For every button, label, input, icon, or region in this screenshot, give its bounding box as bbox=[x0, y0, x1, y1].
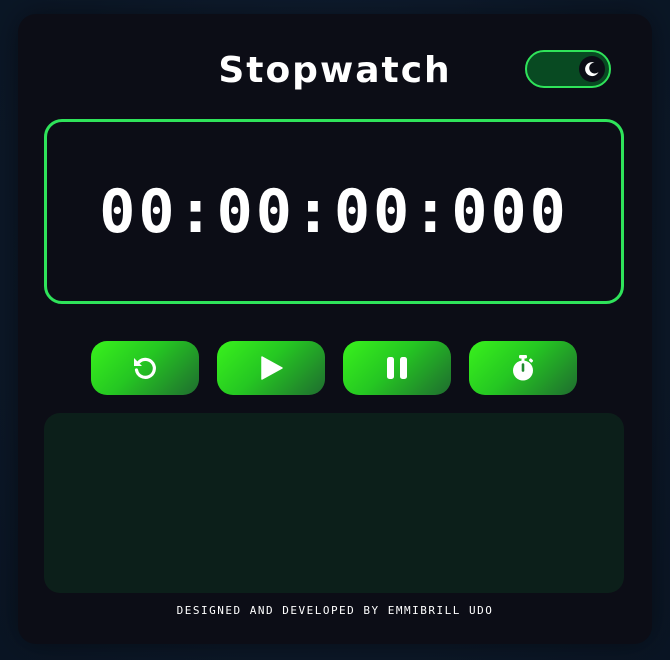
reset-button[interactable] bbox=[91, 341, 199, 395]
theme-toggle[interactable] bbox=[525, 50, 611, 88]
stopwatch-icon bbox=[513, 355, 534, 381]
pause-icon bbox=[387, 357, 407, 379]
reset-icon bbox=[134, 357, 156, 379]
moon-icon bbox=[585, 62, 599, 77]
play-icon bbox=[261, 356, 283, 380]
time-readout: 00:00:00:000 bbox=[99, 177, 569, 247]
footer-credit: DESIGNED AND DEVELOPED BY EMMIBRILL UDO bbox=[176, 604, 494, 617]
lap-button[interactable] bbox=[469, 341, 577, 395]
laps-panel bbox=[44, 413, 624, 593]
start-button[interactable] bbox=[217, 341, 325, 395]
timer-display: 00:00:00:000 bbox=[44, 119, 624, 304]
toggle-knob[interactable] bbox=[579, 56, 605, 82]
pause-button[interactable] bbox=[343, 341, 451, 395]
